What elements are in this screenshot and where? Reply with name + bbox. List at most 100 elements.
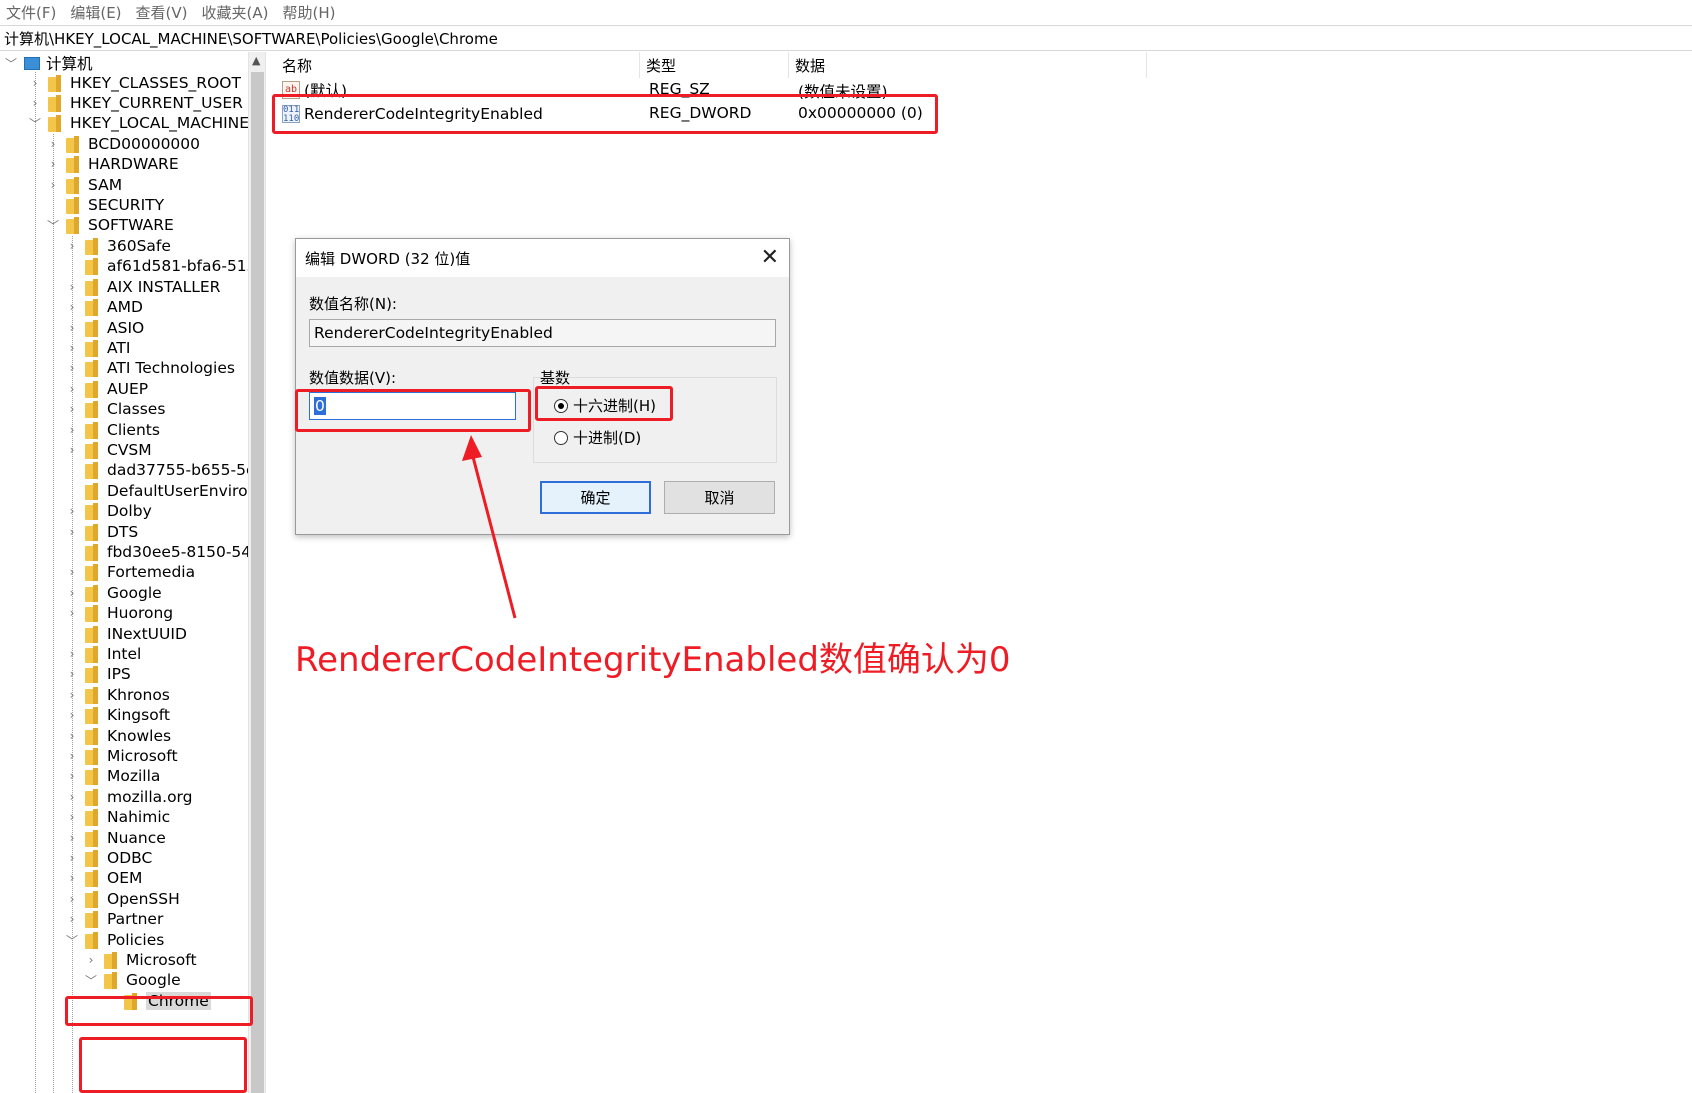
tree-node[interactable]: DefaultUserEnviron xyxy=(65,480,248,502)
chevron-down-icon[interactable]: ﹀ xyxy=(4,55,18,72)
tree-node[interactable]: fbd30ee5-8150-54 xyxy=(65,541,248,563)
tree-node[interactable]: › Google xyxy=(65,582,162,604)
chevron-right-icon[interactable]: › xyxy=(65,300,79,314)
tree-node-hive[interactable]: › HKEY_CLASSES_ROOT xyxy=(28,72,241,94)
tree-node[interactable]: › CVSM xyxy=(65,439,152,461)
chevron-down-icon[interactable]: ﹀ xyxy=(65,932,79,949)
tree-node[interactable]: › IPS xyxy=(65,663,131,685)
chevron-right-icon[interactable]: › xyxy=(65,586,79,600)
chevron-right-icon[interactable]: › xyxy=(65,565,79,579)
tree-node[interactable]: › Knowles xyxy=(65,725,171,747)
chevron-right-icon[interactable]: › xyxy=(65,851,79,865)
tree-node[interactable]: › SAM xyxy=(46,174,123,196)
chevron-right-icon[interactable]: › xyxy=(65,239,79,253)
tree-node[interactable]: SECURITY xyxy=(46,194,164,216)
chevron-right-icon[interactable]: › xyxy=(65,790,79,804)
tree-node[interactable]: › Mozilla xyxy=(65,765,161,787)
tree-node[interactable]: › Partner xyxy=(65,908,164,930)
chevron-down-icon[interactable]: ﹀ xyxy=(28,115,42,132)
column-header-name[interactable]: 名称 xyxy=(276,52,640,78)
tree-node[interactable]: INextUUID xyxy=(65,623,187,645)
scrollbar-thumb[interactable] xyxy=(251,72,264,1093)
chevron-right-icon[interactable]: › xyxy=(65,912,79,926)
chevron-right-icon[interactable]: › xyxy=(65,321,79,335)
tree-node[interactable]: › Kingsoft xyxy=(65,704,170,726)
chevron-right-icon[interactable]: › xyxy=(65,831,79,845)
chevron-right-icon[interactable]: › xyxy=(65,382,79,396)
chevron-right-icon[interactable]: › xyxy=(65,361,79,375)
tree-node-computer[interactable]: ﹀ 计算机 xyxy=(4,52,93,74)
tree-node[interactable]: › mozilla.org xyxy=(65,786,193,808)
tree-node[interactable]: af61d581-bfa6-515 xyxy=(65,255,248,277)
tree-node[interactable]: › Nahimic xyxy=(65,806,171,828)
tree-scrollbar[interactable]: ▲ xyxy=(248,52,265,1093)
chevron-right-icon[interactable]: › xyxy=(65,769,79,783)
radio-decimal[interactable]: 十进制(D) xyxy=(554,427,641,448)
tree-node-google[interactable]: ﹀ Google xyxy=(84,969,181,991)
tree-node[interactable]: › Nuance xyxy=(65,827,166,849)
chevron-right-icon[interactable]: › xyxy=(65,871,79,885)
value-name-field[interactable]: RendererCodeIntegrityEnabled xyxy=(309,319,776,347)
tree-node[interactable]: › Classes xyxy=(65,398,166,420)
column-header-type[interactable]: 类型 xyxy=(640,52,789,78)
tree-node[interactable]: › ATI xyxy=(65,337,131,359)
tree-node[interactable]: › HARDWARE xyxy=(46,153,179,175)
address-bar[interactable]: 计算机\HKEY_LOCAL_MACHINE\SOFTWARE\Policies… xyxy=(0,25,1692,51)
tree-node[interactable]: › AUEP xyxy=(65,378,149,400)
cancel-button[interactable]: 取消 xyxy=(664,481,775,514)
ok-button[interactable]: 确定 xyxy=(540,481,651,514)
menu-favorites[interactable]: 收藏夹(A) xyxy=(202,2,269,23)
tree-node[interactable]: › Microsoft xyxy=(65,745,178,767)
chevron-right-icon[interactable]: › xyxy=(65,341,79,355)
menu-help[interactable]: 帮助(H) xyxy=(282,2,335,23)
chevron-right-icon[interactable]: › xyxy=(84,953,98,967)
tree-node[interactable]: › OpenSSH xyxy=(65,888,180,910)
chevron-right-icon[interactable]: › xyxy=(46,178,60,192)
chevron-right-icon[interactable]: › xyxy=(65,667,79,681)
chevron-right-icon[interactable]: › xyxy=(65,443,79,457)
tree-node[interactable]: › DTS xyxy=(65,521,139,543)
chevron-right-icon[interactable]: › xyxy=(65,423,79,437)
chevron-down-icon[interactable]: ﹀ xyxy=(46,217,60,234)
menu-file[interactable]: 文件(F) xyxy=(6,2,56,23)
chevron-right-icon[interactable]: › xyxy=(28,96,42,110)
chevron-right-icon[interactable]: › xyxy=(65,280,79,294)
tree-node[interactable]: › 360Safe xyxy=(65,235,171,257)
tree-node-policies[interactable]: ﹀ Policies xyxy=(65,929,164,951)
chevron-right-icon[interactable]: › xyxy=(65,708,79,722)
chevron-right-icon[interactable]: › xyxy=(65,402,79,416)
tree-node-hive[interactable]: › HKEY_CURRENT_USER xyxy=(28,92,243,114)
tree-node[interactable]: › AIX INSTALLER xyxy=(65,276,221,298)
chevron-right-icon[interactable]: › xyxy=(65,688,79,702)
tree-node[interactable]: › AMD xyxy=(65,296,143,318)
tree-node[interactable]: dad37755-b655-5c xyxy=(65,459,248,481)
chevron-right-icon[interactable]: › xyxy=(46,137,60,151)
chevron-right-icon[interactable]: › xyxy=(65,606,79,620)
tree-node[interactable]: › Khronos xyxy=(65,684,170,706)
tree-node[interactable]: › Dolby xyxy=(65,500,152,522)
tree-node[interactable]: › ODBC xyxy=(65,847,153,869)
column-header-data[interactable]: 数据 xyxy=(789,52,1147,78)
dialog-titlebar[interactable]: 编辑 DWORD (32 位)值 ✕ xyxy=(296,239,789,277)
tree-node[interactable]: › Huorong xyxy=(65,602,174,624)
chevron-right-icon[interactable]: › xyxy=(65,729,79,743)
chevron-right-icon[interactable]: › xyxy=(65,647,79,661)
pane-splitter[interactable] xyxy=(265,52,275,1093)
chevron-down-icon[interactable]: ﹀ xyxy=(84,972,98,989)
chevron-right-icon[interactable]: › xyxy=(65,749,79,763)
chevron-right-icon[interactable]: › xyxy=(46,157,60,171)
tree-node[interactable]: › BCD00000000 xyxy=(46,133,200,155)
tree-node[interactable]: › Clients xyxy=(65,419,160,441)
tree-node[interactable]: › OEM xyxy=(65,867,143,889)
tree-node-hive[interactable]: ﹀ HKEY_LOCAL_MACHINE xyxy=(28,112,248,134)
chevron-right-icon[interactable]: › xyxy=(65,504,79,518)
menu-edit[interactable]: 编辑(E) xyxy=(70,2,121,23)
tree-node[interactable]: › Fortemedia xyxy=(65,561,196,583)
menu-view[interactable]: 查看(V) xyxy=(136,2,188,23)
tree-node[interactable]: › ATI Technologies xyxy=(65,357,235,379)
scroll-up-icon[interactable]: ▲ xyxy=(252,54,260,67)
tree-node[interactable]: › Intel xyxy=(65,643,142,665)
close-icon[interactable]: ✕ xyxy=(761,245,779,270)
chevron-right-icon[interactable]: › xyxy=(65,810,79,824)
tree-node[interactable]: › ASIO xyxy=(65,317,145,339)
